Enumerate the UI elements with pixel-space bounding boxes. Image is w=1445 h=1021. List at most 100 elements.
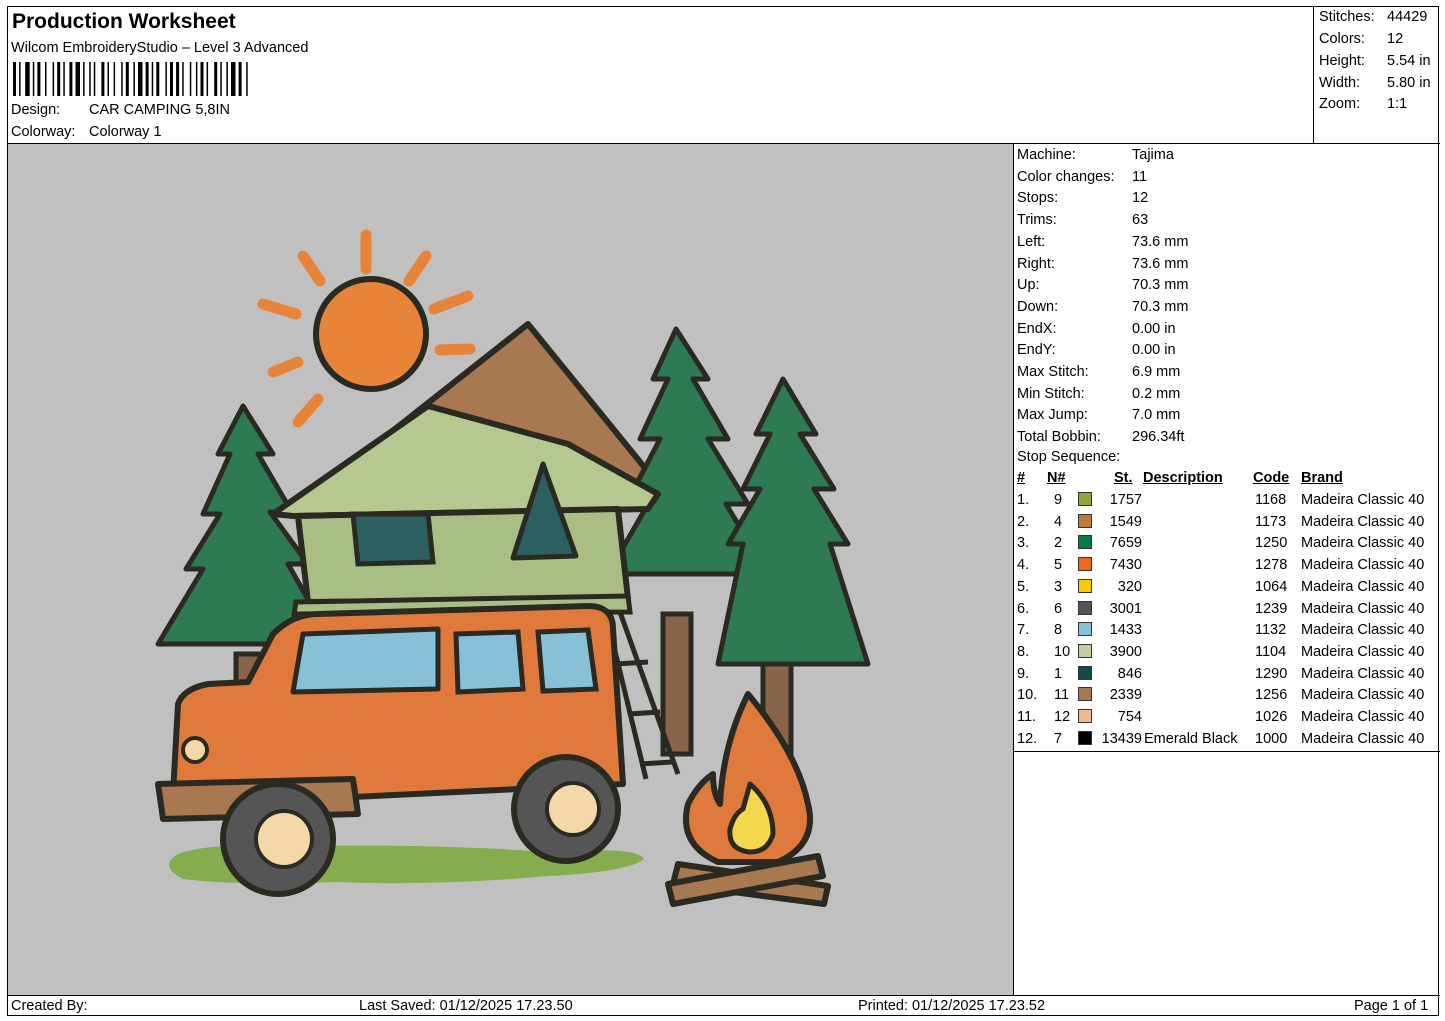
row-needle: 5 bbox=[1054, 557, 1063, 574]
row-stitches: 7430 bbox=[1109, 557, 1142, 574]
row-stitches: 320 bbox=[1117, 578, 1142, 595]
row-stitches: 7659 bbox=[1109, 535, 1142, 552]
col-header-needle: N# bbox=[1047, 470, 1066, 486]
row-brand: Madeira Classic 40 bbox=[1301, 665, 1425, 682]
row-index: 7. bbox=[1017, 622, 1030, 639]
info-row: Color changes: 11 bbox=[1017, 169, 1147, 185]
info-value: Tajima bbox=[1132, 147, 1174, 163]
color-swatch bbox=[1078, 600, 1092, 615]
info-label: Stops: bbox=[1017, 190, 1059, 207]
stat-height: Height: 5.54 in bbox=[1319, 53, 1431, 69]
row-brand: Madeira Classic 40 bbox=[1301, 622, 1425, 639]
row-code: 1290 bbox=[1255, 665, 1288, 682]
row-code: 1000 bbox=[1255, 730, 1288, 747]
row-needle: 4 bbox=[1054, 513, 1063, 530]
table-row: 11. 12 754 1026 Madeira Classic 40 bbox=[1014, 709, 1440, 730]
row-stitches: 1757 bbox=[1109, 492, 1142, 508]
row-needle: 3 bbox=[1054, 578, 1063, 595]
color-swatch bbox=[1078, 643, 1092, 658]
info-row: Left: 73.6 mm bbox=[1017, 234, 1188, 250]
row-needle: 10 bbox=[1054, 643, 1071, 660]
info-row: Up: 70.3 mm bbox=[1017, 277, 1188, 293]
info-row: Stops: 12 bbox=[1017, 190, 1148, 206]
info-row: Trims: 63 bbox=[1017, 212, 1148, 228]
color-swatch bbox=[1078, 709, 1092, 723]
colorway-row: Colorway: Colorway 1 bbox=[11, 124, 162, 140]
row-index: 3. bbox=[1017, 535, 1030, 552]
info-row: Total Bobbin: 296.34ft bbox=[1017, 429, 1184, 445]
info-row: Right: 73.6 mm bbox=[1017, 256, 1188, 272]
worksheet-header: Production Worksheet Wilcom EmbroiderySt… bbox=[8, 7, 1314, 144]
info-label: Left: bbox=[1017, 233, 1046, 250]
row-code: 1064 bbox=[1255, 578, 1288, 595]
row-code: 1026 bbox=[1255, 709, 1288, 725]
design-row: Design: CAR CAMPING 5,8IN bbox=[11, 102, 230, 118]
info-row: Machine: Tajima bbox=[1017, 147, 1174, 163]
row-stitches: 1433 bbox=[1109, 622, 1142, 639]
table-row: 9. 1 846 1290 Madeira Classic 40 bbox=[1014, 665, 1440, 687]
created-by: Created By: bbox=[11, 998, 88, 1014]
color-swatch bbox=[1078, 492, 1092, 506]
info-value: 296.34ft bbox=[1132, 429, 1185, 446]
info-label: Min Stitch: bbox=[1017, 385, 1085, 402]
info-value: 73.6 mm bbox=[1132, 255, 1189, 272]
printed-date: Printed: 01/12/2025 17.23.52 bbox=[858, 998, 1046, 1014]
row-stitches: 1549 bbox=[1109, 513, 1142, 530]
row-brand: Madeira Classic 40 bbox=[1301, 578, 1425, 595]
row-index: 11. bbox=[1017, 709, 1037, 725]
worksheet-footer: Created By: Last Saved: 01/12/2025 17.23… bbox=[8, 995, 1440, 1017]
info-label: Total Bobbin: bbox=[1017, 429, 1101, 446]
color-swatch bbox=[1078, 622, 1092, 637]
row-needle: 12 bbox=[1054, 709, 1071, 725]
info-label: Trims: bbox=[1017, 212, 1057, 229]
row-brand: Madeira Classic 40 bbox=[1301, 600, 1425, 617]
col-header-code: Code bbox=[1253, 470, 1290, 486]
row-stitches: 2339 bbox=[1109, 687, 1142, 704]
row-index: 10. bbox=[1017, 687, 1038, 704]
page-title: Production Worksheet bbox=[12, 10, 236, 33]
row-code: 1104 bbox=[1255, 643, 1287, 660]
stats-box: Stitches: 44429 Colors: 12 Height: 5.54 in … bbox=[1314, 7, 1440, 144]
table-row: 12. 7 13439 Emerald Black 1000 Madeira Classi… bbox=[1014, 730, 1440, 752]
info-value: 0.2 mm bbox=[1132, 385, 1181, 402]
row-stitches: 13439 bbox=[1101, 730, 1142, 747]
row-brand: Madeira Classic 40 bbox=[1301, 730, 1425, 747]
color-swatch bbox=[1078, 513, 1092, 528]
info-value: 11 bbox=[1132, 168, 1148, 185]
row-brand: Madeira Classic 40 bbox=[1301, 643, 1425, 660]
stat-width: Width: 5.80 in bbox=[1319, 75, 1431, 91]
row-needle: 7 bbox=[1054, 730, 1063, 747]
right-trees bbox=[605, 326, 871, 777]
sun bbox=[313, 276, 429, 392]
info-value: 12 bbox=[1132, 190, 1149, 207]
col-header-description: Description bbox=[1143, 470, 1223, 486]
production-worksheet: Production Worksheet Wilcom EmbroiderySt… bbox=[7, 6, 1440, 1017]
info-row: EndY: 0.00 in bbox=[1017, 342, 1176, 358]
table-row: 3. 2 7659 1250 Madeira Classic 40 bbox=[1014, 535, 1440, 556]
info-value: 6.9 mm bbox=[1132, 364, 1181, 380]
row-index: 6. bbox=[1017, 600, 1030, 617]
machine-info-panel: Machine: Tajima Color changes: 11 Stops: 12 Tr… bbox=[1014, 144, 1440, 752]
info-value: 0.00 in bbox=[1132, 320, 1176, 337]
col-header-stitches: St. bbox=[1114, 470, 1133, 486]
row-needle: 9 bbox=[1054, 492, 1063, 508]
stat-colors: Colors: 12 bbox=[1319, 31, 1404, 47]
info-label: Max Jump: bbox=[1017, 407, 1088, 424]
stat-zoom: Zoom: 1:1 bbox=[1319, 96, 1408, 112]
row-code: 1239 bbox=[1255, 600, 1288, 617]
info-label: EndX: bbox=[1017, 320, 1057, 337]
info-label: Max Stitch: bbox=[1017, 364, 1089, 380]
col-header-brand: Brand bbox=[1301, 470, 1343, 486]
info-label: Down: bbox=[1017, 298, 1059, 315]
info-value: 73.6 mm bbox=[1132, 233, 1189, 250]
row-code: 1278 bbox=[1255, 557, 1288, 574]
info-value: 70.3 mm bbox=[1132, 277, 1189, 294]
info-label: Up: bbox=[1017, 277, 1040, 294]
info-value: 0.00 in bbox=[1132, 342, 1176, 359]
row-brand: Madeira Classic 40 bbox=[1301, 492, 1425, 508]
row-index: 2. bbox=[1017, 513, 1030, 530]
row-needle: 1 bbox=[1054, 665, 1063, 682]
row-brand: Madeira Classic 40 bbox=[1301, 557, 1425, 574]
row-code: 1250 bbox=[1255, 535, 1288, 552]
row-description: Emerald Black bbox=[1144, 730, 1238, 747]
